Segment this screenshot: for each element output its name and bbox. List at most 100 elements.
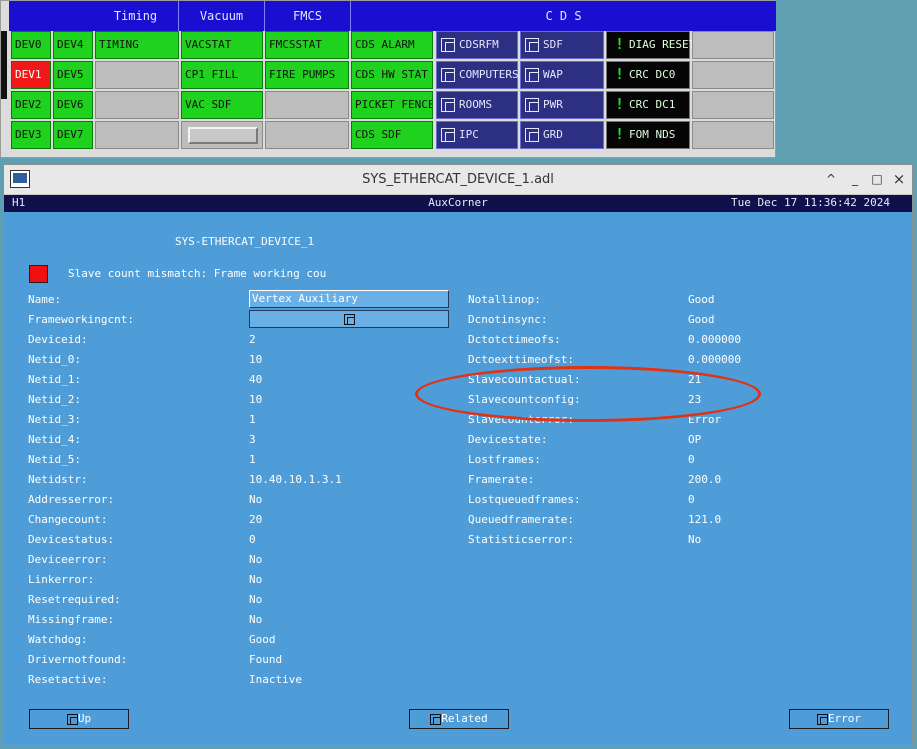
vac-sdf-button[interactable]: VAC SDF (181, 91, 263, 119)
field-value: 10 (249, 393, 263, 406)
vacuum-empty-cell (181, 121, 263, 149)
related-label: Related (441, 712, 488, 725)
field-label: Netid_1: (28, 373, 81, 386)
dev3-button[interactable]: DEV3 (11, 121, 51, 149)
computers-label: COMPUTERS (459, 68, 519, 81)
field-label: Netid_3: (28, 413, 81, 426)
frameworkingcnt-label: Frameworkingcnt: (28, 313, 134, 326)
window-titlebar[interactable]: SYS_ETHERCAT_DEVICE_1.adl ^ _ □ × (4, 165, 912, 195)
cds-empty-cell (692, 91, 774, 119)
field-value: 3 (249, 433, 256, 446)
copy-icon (441, 38, 455, 52)
copy-icon (430, 713, 442, 725)
rooms-button[interactable]: ROOMS (436, 91, 518, 119)
up-button[interactable]: Up (29, 709, 129, 729)
error-label: Error (827, 712, 862, 725)
dev7-button[interactable]: DEV7 (53, 121, 93, 149)
timestamp: Tue Dec 17 11:36:42 2024 (731, 196, 890, 209)
timing-button[interactable]: TIMING (95, 31, 179, 59)
field-label: Framerate: (468, 473, 535, 486)
timing-empty-cell (95, 61, 179, 89)
copy-icon (441, 68, 455, 82)
copy-icon (441, 128, 455, 142)
field-label: Statisticserror: (468, 533, 574, 546)
copy-icon (66, 713, 78, 725)
field-label: Netidstr: (28, 473, 88, 486)
related-button[interactable]: Related (409, 709, 509, 729)
field-label: Netid_5: (28, 453, 81, 466)
header-cds: C D S (351, 1, 776, 31)
field-value: OP (688, 433, 702, 446)
field-value: 1 (249, 453, 256, 466)
sdf-label: SDF (543, 38, 563, 51)
field-label: Netid_2: (28, 393, 81, 406)
shade-up-icon[interactable]: ^ (823, 171, 839, 187)
cds-empty-cell (692, 121, 774, 149)
crc-dc0-button[interactable]: ! CRC DC0 (606, 61, 690, 89)
grd-button[interactable]: GRD (520, 121, 604, 149)
field-label: Notallinop: (468, 293, 541, 306)
field-value: 200.0 (688, 473, 722, 486)
fom-nds-button[interactable]: ! FOM NDS (606, 121, 690, 149)
exclamation-icon: ! (615, 125, 625, 143)
copy-icon (525, 98, 539, 112)
field-label: Netid_0: (28, 353, 81, 366)
field-value: Good (249, 633, 276, 646)
window-title: SYS_ETHERCAT_DEVICE_1.adl (362, 172, 554, 187)
field-label: Devicestatus: (28, 533, 115, 546)
minimize-icon[interactable]: _ (847, 171, 863, 187)
pwr-button[interactable]: PWR (520, 91, 604, 119)
field-label: Watchdog: (28, 633, 88, 646)
field-value: No (249, 613, 263, 626)
field-label: Drivernotfound: (28, 653, 128, 666)
grd-label: GRD (543, 128, 563, 141)
name-label: Name: (28, 293, 62, 306)
sdf-button[interactable]: SDF (520, 31, 604, 59)
error-button[interactable]: Error (789, 709, 889, 729)
ipc-button[interactable]: IPC (436, 121, 518, 149)
fmcs-empty-cell (265, 121, 349, 149)
copy-icon (441, 98, 455, 112)
cds-sdf-button[interactable]: CDS SDF (351, 121, 433, 149)
exclamation-icon: ! (615, 65, 625, 83)
crc-dc1-button[interactable]: ! CRC DC1 (606, 91, 690, 119)
alarm-indicator (29, 265, 48, 283)
dev2-button[interactable]: DEV2 (11, 91, 51, 119)
diag-reset-button[interactable]: ! DIAG RESET (606, 31, 695, 59)
copy-icon (525, 128, 539, 142)
dev0-button[interactable]: DEV0 (11, 31, 51, 59)
dev4-button[interactable]: DEV4 (53, 31, 93, 59)
name-field: Vertex Auxiliary (249, 290, 449, 308)
vacuum-blank-button[interactable] (188, 127, 258, 144)
rooms-label: ROOMS (459, 98, 493, 111)
ipc-label: IPC (459, 128, 479, 141)
cds-hw-stat-button[interactable]: CDS HW STAT (351, 61, 433, 89)
dev1-button[interactable]: DEV1 (11, 61, 51, 89)
wap-button[interactable]: WAP (520, 61, 604, 89)
picket-fence-button[interactable]: PICKET FENCE (351, 91, 433, 119)
close-icon[interactable]: × (891, 171, 907, 187)
cds-alarm-button[interactable]: CDS ALARM (351, 31, 433, 59)
fire-pumps-button[interactable]: FIRE PUMPS (265, 61, 349, 89)
fmcsstat-button[interactable]: FMCSSTAT (265, 31, 349, 59)
cds-empty-cell (692, 61, 774, 89)
cdsrfm-button[interactable]: CDSRFM (436, 31, 518, 59)
maximize-icon[interactable]: □ (869, 171, 885, 187)
cdsrfm-label: CDSRFM (459, 38, 499, 51)
dev6-button[interactable]: DEV6 (53, 91, 93, 119)
copy-icon (525, 68, 539, 82)
alarm-message: Slave count mismatch: Frame working cou (68, 267, 327, 280)
header-blank (9, 1, 93, 31)
cp1-fill-button[interactable]: CP1 FILL (181, 61, 263, 89)
field-value: 0 (688, 453, 695, 466)
field-label: Addresserror: (28, 493, 115, 506)
field-value: Inactive (249, 673, 302, 686)
computers-button[interactable]: COMPUTERS (436, 61, 519, 89)
field-label: Deviceerror: (28, 553, 108, 566)
field-value: No (688, 533, 702, 546)
dev5-button[interactable]: DEV5 (53, 61, 93, 89)
field-value: Good (688, 293, 715, 306)
frameworkingcnt-related-button[interactable] (249, 310, 449, 328)
vacstat-button[interactable]: VACSTAT (181, 31, 263, 59)
fom-nds-label: FOM NDS (629, 128, 676, 141)
